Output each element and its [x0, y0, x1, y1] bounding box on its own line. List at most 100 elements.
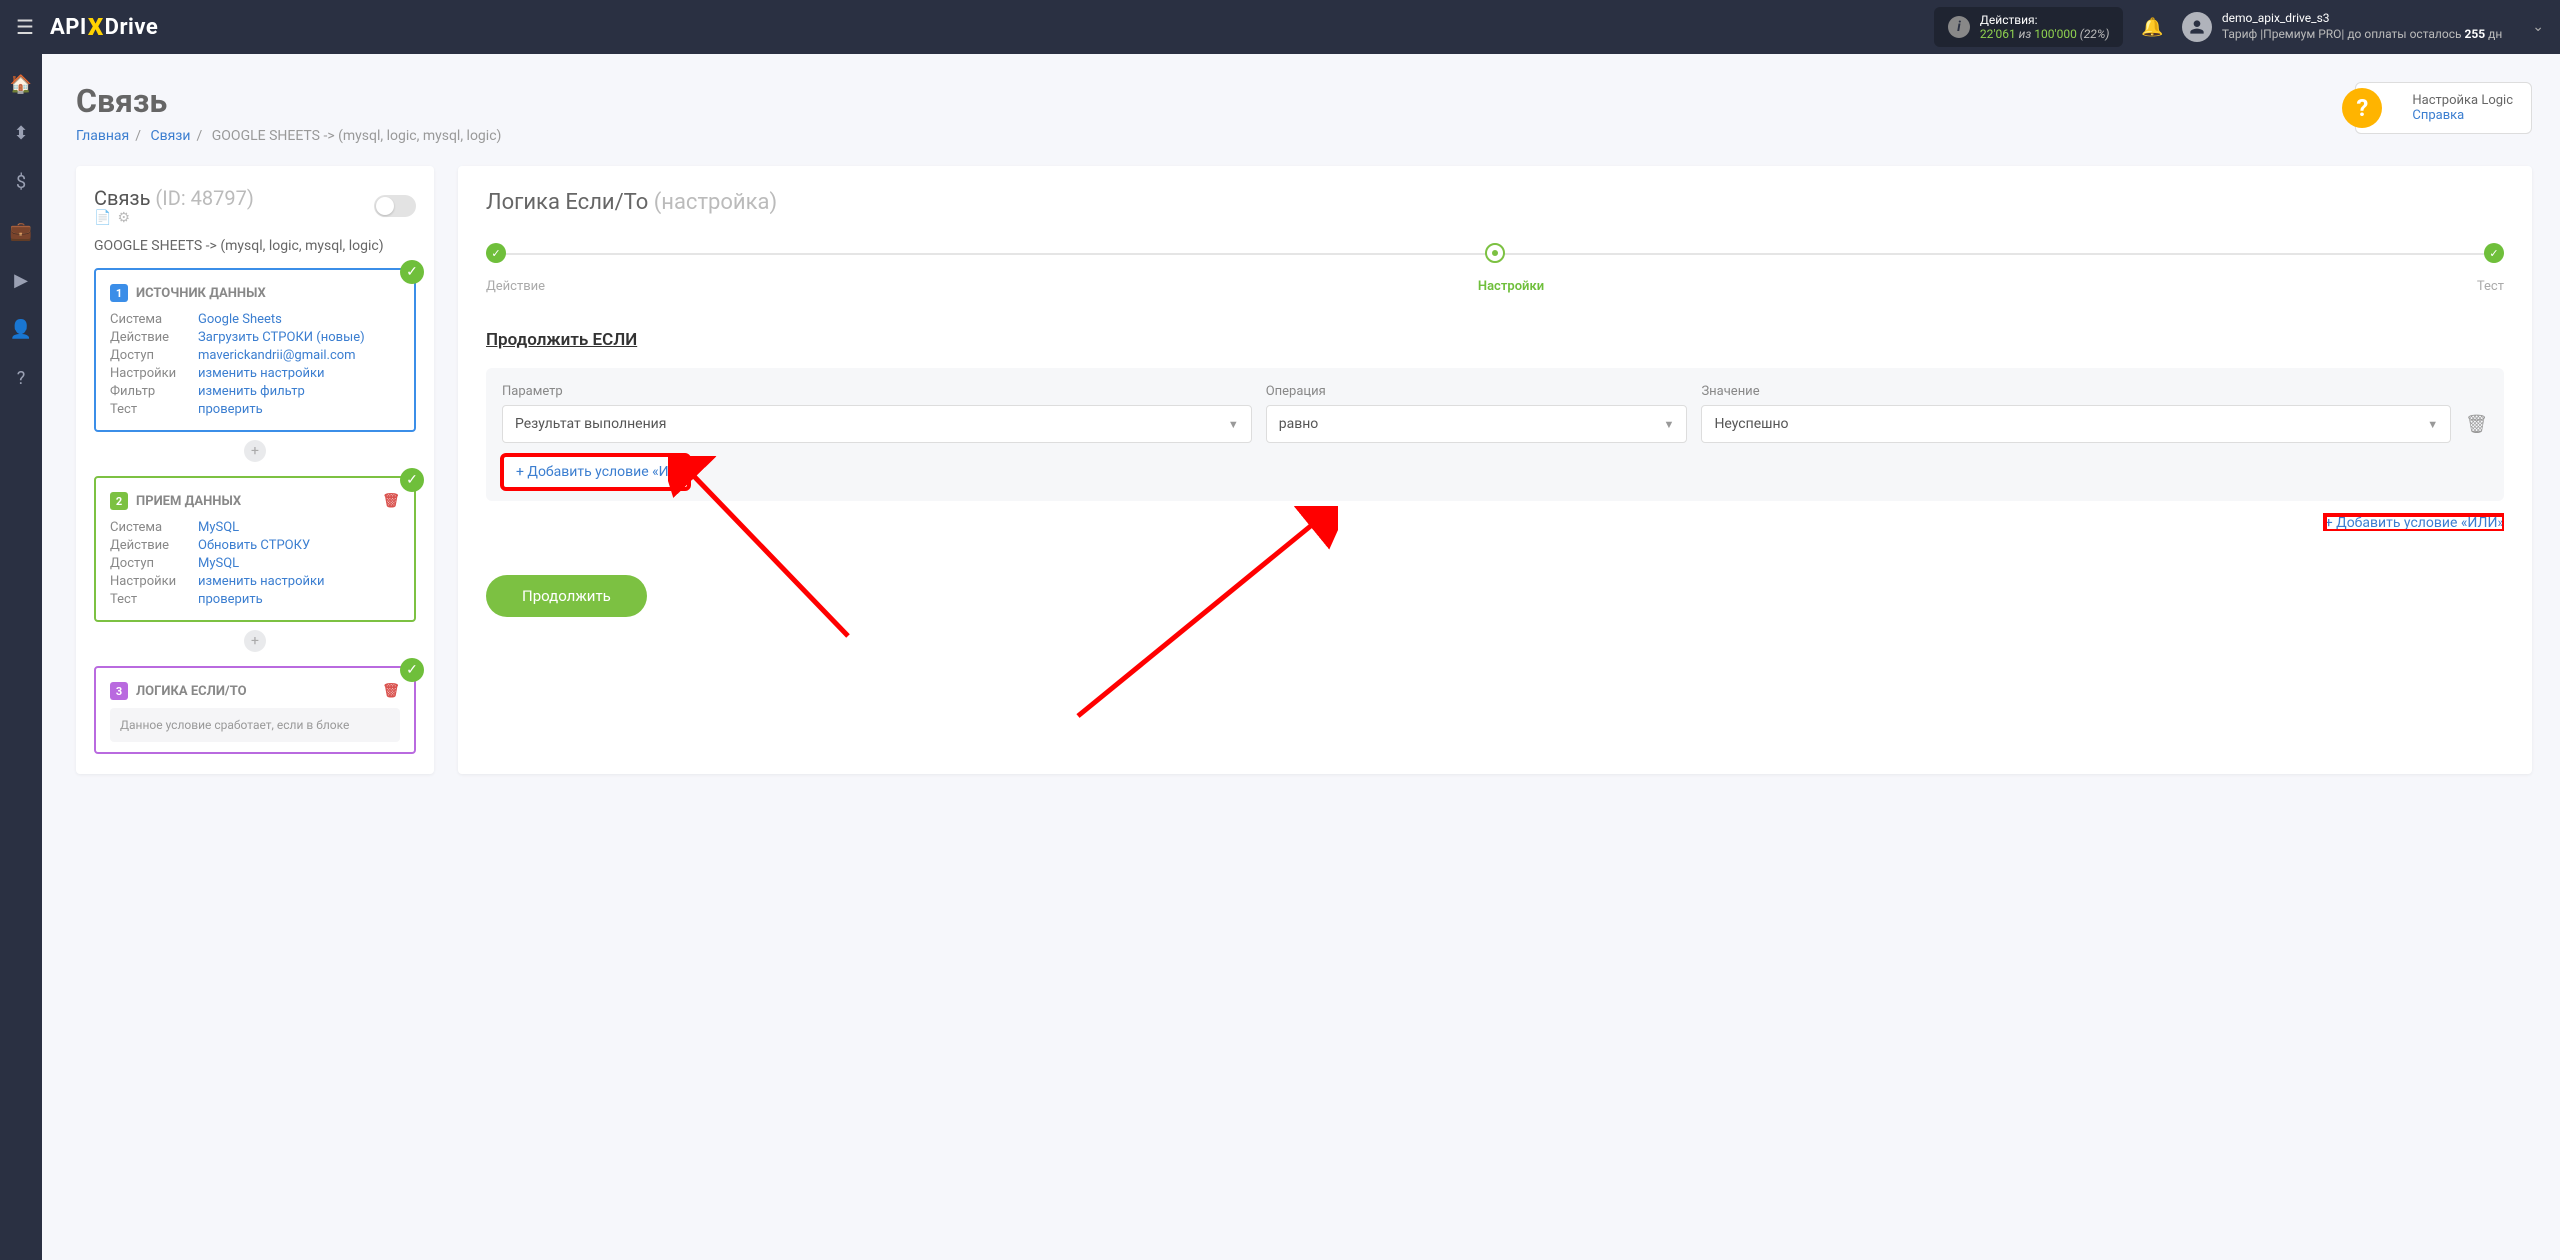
add-or-button[interactable]: + Добавить условие «ИЛИ» — [2325, 515, 2504, 531]
breadcrumb: Главная/ Связи/ GOOGLE SHEETS -> (mysql,… — [76, 128, 501, 144]
menu-icon[interactable]: ☰ — [16, 15, 34, 39]
trash-icon[interactable]: 🗑 — [382, 493, 400, 509]
chevron-down-icon: ▼ — [1664, 418, 1675, 431]
card-row: Настройкиизменить настройки — [110, 366, 400, 381]
crumb-current: GOOGLE SHEETS -> (mysql, logic, mysql, l… — [212, 128, 502, 144]
condition-box: Параметр Результат выполнения▼ Операция … — [486, 368, 2504, 501]
trash-icon[interactable]: 🗑 — [382, 683, 400, 699]
help-link[interactable]: Справка — [2412, 108, 2464, 123]
row-label: Фильтр — [110, 384, 198, 399]
step-dot[interactable]: ✓ — [2484, 243, 2504, 263]
row-value[interactable]: maverickandrii@gmail.com — [198, 348, 356, 363]
sidebar-title: Связь (ID: 48797) 📄 ⚙ — [94, 186, 254, 226]
row-value[interactable]: проверить — [198, 402, 263, 417]
sidebar-subtitle: GOOGLE SHEETS -> (mysql, logic, mysql, l… — [94, 238, 416, 254]
actions-of: из — [2016, 27, 2035, 41]
card-title: ЛОГИКА ЕСЛИ/ТО — [136, 684, 247, 699]
row-value[interactable]: Google Sheets — [198, 312, 282, 327]
account-icon[interactable]: 👤 — [10, 319, 32, 340]
card-row: СистемаMySQL — [110, 520, 400, 535]
continue-button[interactable]: Продолжить — [486, 575, 647, 617]
card-source[interactable]: ✓ 1ИСТОЧНИК ДАННЫХ СистемаGoogle SheetsД… — [94, 268, 416, 432]
youtube-icon[interactable]: ▶ — [14, 270, 28, 291]
row-value[interactable]: Обновить СТРОКУ — [198, 538, 310, 553]
row-value[interactable]: Загрузить СТРОКИ (новые) — [198, 330, 365, 345]
card-row: Фильтризменить фильтр — [110, 384, 400, 399]
op-label: Операция — [1266, 384, 1688, 399]
step-dot-current[interactable] — [1485, 243, 1505, 263]
help-box: ? Настройка Logic Справка — [2355, 82, 2532, 134]
row-label: Тест — [110, 402, 198, 417]
tariff-days: 255 — [2464, 27, 2485, 41]
plus-icon[interactable]: + — [244, 630, 266, 652]
briefcase-icon[interactable]: 💼 — [10, 221, 32, 242]
crumb-home[interactable]: Главная — [76, 128, 129, 144]
help-icon[interactable]: ? — [17, 368, 26, 389]
logo-text2: Drive — [105, 15, 159, 40]
val-value: Неуспешно — [1714, 416, 1788, 432]
row-value[interactable]: изменить фильтр — [198, 384, 305, 399]
user-block[interactable]: demo_apix_drive_s3 Тариф |Премиум PRO| д… — [2182, 11, 2502, 42]
step-dot-done[interactable]: ✓ — [486, 243, 506, 263]
row-label: Настройки — [110, 366, 198, 381]
row-label: Действие — [110, 330, 198, 345]
row-label: Действие — [110, 538, 198, 553]
step-num-3: 3 — [110, 682, 128, 700]
logo-text: API — [50, 15, 87, 40]
add-and-button[interactable]: + Добавить условие «И» — [502, 455, 689, 489]
annotation-arrow — [1058, 506, 1338, 726]
step-label-3: Тест — [2477, 279, 2504, 294]
left-rail: 🏠 ⬍ $ 💼 ▶ 👤 ? — [0, 54, 42, 1260]
help-title: Настройка Logic — [2412, 93, 2513, 108]
logo-x-icon: X — [88, 13, 104, 41]
actions-total: 100'000 — [2034, 27, 2077, 41]
connections-icon[interactable]: ⬍ — [13, 123, 28, 144]
gear-icon[interactable]: ⚙ — [117, 210, 130, 226]
op-select[interactable]: равно ▼ — [1266, 405, 1688, 443]
info-icon: i — [1948, 16, 1970, 38]
plus-icon[interactable]: + — [244, 440, 266, 462]
card-note: Данное условие сработает, если в блоке — [110, 708, 400, 742]
section-title: Продолжить ЕСЛИ — [486, 330, 2504, 350]
param-label: Параметр — [502, 384, 1252, 399]
actions-used: 22'061 — [1980, 27, 2016, 41]
card-logic[interactable]: ✓ 3ЛОГИКА ЕСЛИ/ТО🗑 Данное условие сработ… — [94, 666, 416, 754]
param-select[interactable]: Результат выполнения▼ — [502, 405, 1252, 443]
check-icon: ✓ — [400, 468, 424, 492]
main-title: Логика Если/То (настройка) — [486, 190, 2504, 215]
tariff-text: Тариф |Премиум PRO| до оплаты осталось — [2222, 27, 2465, 41]
row-value[interactable]: изменить настройки — [198, 574, 325, 589]
param-value: Результат выполнения — [515, 416, 666, 432]
row-value[interactable]: MySQL — [198, 520, 239, 535]
actions-counter[interactable]: i Действия: 22'061 из 100'000 (22%) — [1934, 7, 2124, 48]
card-row: Настройкиизменить настройки — [110, 574, 400, 589]
delete-icon[interactable]: 🗑 — [2465, 414, 2488, 435]
actions-label: Действия: — [1980, 13, 2110, 27]
page-title: Связь — [76, 82, 501, 120]
logo[interactable]: API X Drive — [50, 13, 158, 41]
dollar-icon[interactable]: $ — [16, 172, 26, 193]
card-destination[interactable]: ✓ 2ПРИЕМ ДАННЫХ🗑 СистемаMySQLДействиеОбн… — [94, 476, 416, 622]
row-label: Настройки — [110, 574, 198, 589]
home-icon[interactable]: 🏠 — [10, 74, 32, 95]
card-row: ДействиеЗагрузить СТРОКИ (новые) — [110, 330, 400, 345]
main-panel: Логика Если/То (настройка) ✓ ✓ Действие … — [458, 166, 2532, 774]
val-select[interactable]: Неуспешно▼ — [1701, 405, 2451, 443]
val-label: Значение — [1701, 384, 2451, 399]
actions-pct: (22%) — [2077, 27, 2110, 41]
top-bar: ☰ API X Drive i Действия: 22'061 из 100'… — [0, 0, 2560, 54]
row-value[interactable]: MySQL — [198, 556, 239, 571]
sidebar: Связь (ID: 48797) 📄 ⚙ GOOGLE SHEETS -> (… — [76, 166, 434, 774]
step-num-2: 2 — [110, 492, 128, 510]
copy-icon[interactable]: 📄 — [94, 210, 111, 226]
row-value[interactable]: проверить — [198, 592, 263, 607]
toggle-switch[interactable] — [374, 195, 416, 217]
crumb-links[interactable]: Связи — [151, 128, 191, 144]
main-title-text: Логика Если/То — [486, 190, 654, 215]
chevron-down-icon[interactable]: ⌄ — [2532, 19, 2544, 35]
question-icon[interactable]: ? — [2342, 88, 2382, 128]
op-value: равно — [1279, 416, 1319, 432]
row-label: Система — [110, 312, 198, 327]
row-value[interactable]: изменить настройки — [198, 366, 325, 381]
bell-icon[interactable]: 🔔 — [2141, 17, 2163, 38]
